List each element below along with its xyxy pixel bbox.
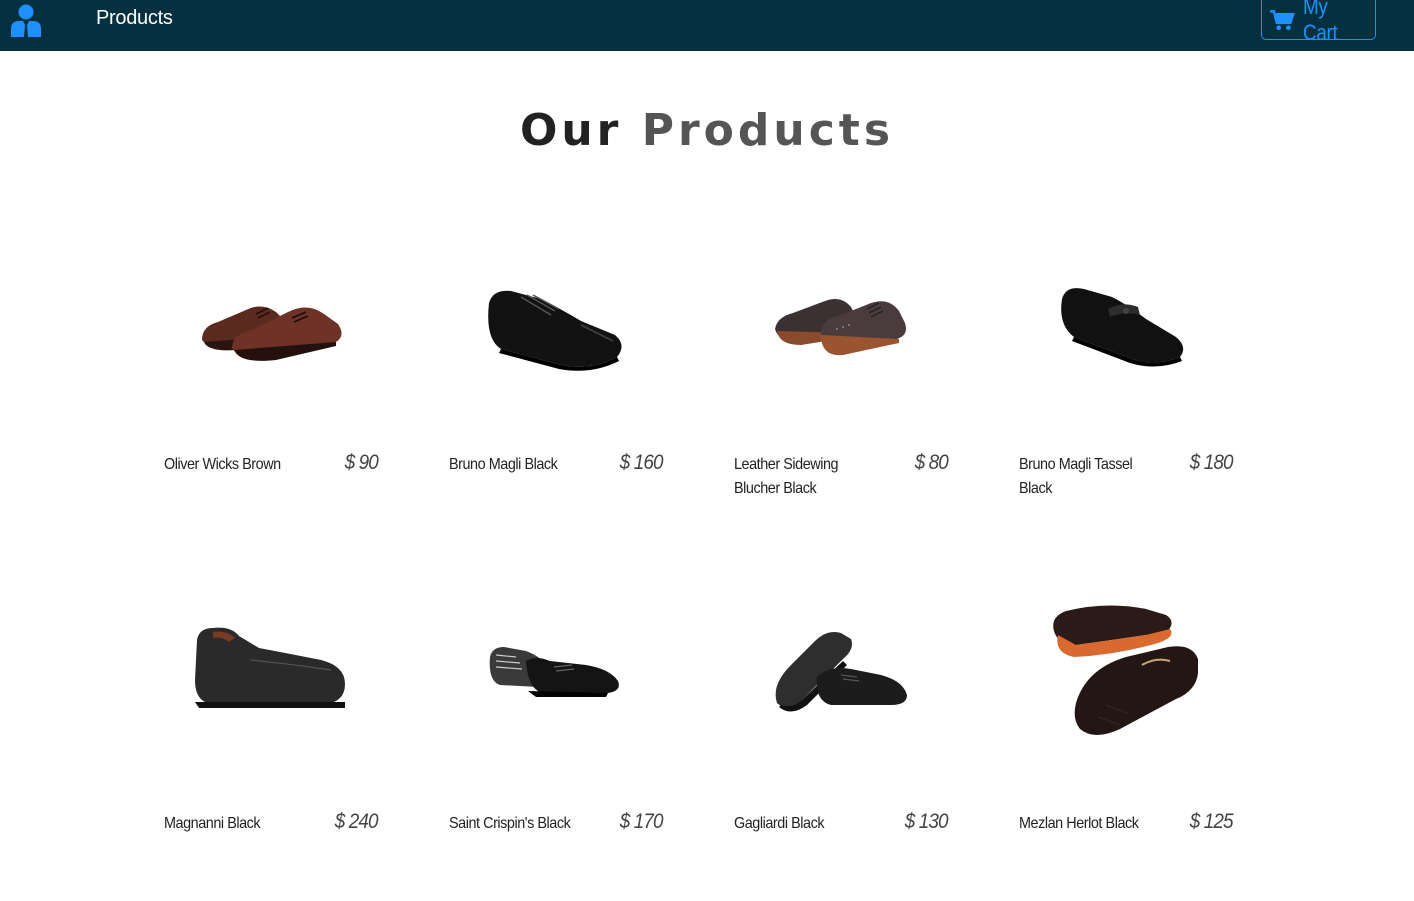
product-name[interactable]: Bruno Magli Tassel Black [1019,453,1154,501]
my-cart-label: My Cart [1303,0,1338,45]
page-title: Our Products [0,105,1414,156]
product-image-link[interactable] [164,560,378,780]
brown-oxford-shoes-icon [202,306,342,361]
product-name[interactable]: Oliver Wicks Brown [164,453,299,477]
brogue-blucher-shoes-icon [775,299,906,356]
product-price: $ 180 [1190,451,1234,474]
page-title-word-1: Our [519,105,623,156]
black-derby-shoe-icon [488,290,622,371]
product-price: $ 90 [344,451,379,474]
black-horsebit-loafers-icon [1053,605,1198,735]
black-slip-on-shoe-icon [195,627,345,708]
product-image-link[interactable] [734,560,948,780]
product-image-link[interactable] [449,560,663,780]
product-name[interactable]: Saint Crispin's Black [449,812,584,836]
product-price: $ 130 [905,810,949,833]
black-tassel-loafer-icon [1061,288,1184,367]
product-name[interactable]: Bruno Magli Black [449,453,584,477]
product-price: $ 80 [914,451,949,474]
product-price: $ 240 [335,810,379,833]
product-price: $ 170 [620,810,664,833]
product-image-link[interactable] [734,215,948,435]
product-image-link[interactable] [164,215,378,435]
product-price: $ 160 [620,451,664,474]
my-cart-button[interactable]: My Cart [1261,0,1376,45]
product-name[interactable]: Magnanni Black [164,812,299,836]
product-name[interactable]: Leather Sidewing Blucher Black [734,453,869,501]
product-price: $ 125 [1190,810,1234,833]
page-title-word-2: Products [641,105,895,156]
product-image-link[interactable] [449,215,663,435]
nav-link-products[interactable]: Products [96,7,173,30]
shopping-cart-icon [1270,9,1295,30]
product-image-link[interactable] [1019,560,1233,780]
black-oxford-pair-icon [775,632,907,712]
product-name[interactable]: Mezlan Herlot Black [1019,812,1154,836]
black-cap-toe-shoes-icon [489,647,619,697]
user-icon[interactable] [10,3,42,37]
product-name[interactable]: Gagliardi Black [734,812,869,836]
top-navbar: Products My Cart [0,0,1414,51]
product-image-link[interactable] [1019,215,1233,435]
